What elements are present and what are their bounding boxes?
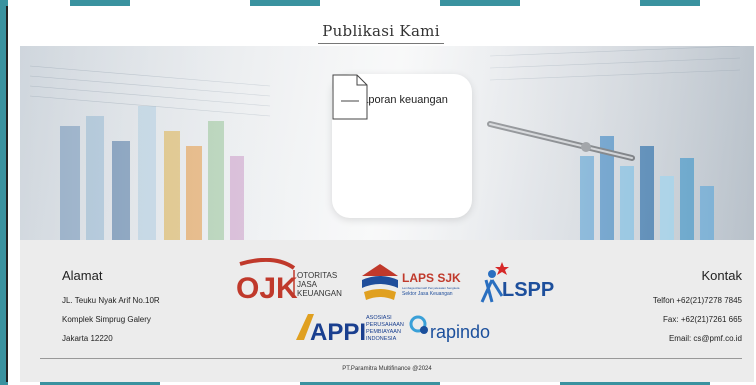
ojk-mark: OJK [236, 272, 298, 305]
appi-name: APPI [310, 319, 366, 346]
lsppi-logo: LSPPI [480, 262, 554, 303]
site-footer: Alamat JL. Teuku Nyak Arif No.10R Komple… [20, 240, 754, 382]
address-line: Komplek Simprug Galery [62, 315, 151, 324]
ojk-line-3: KEUANGAN [297, 289, 342, 298]
laps-sub-1: Lembaga Alternatif Penyelesaian Sengketa [402, 286, 460, 290]
copyright-text: PT.Paramitra Multifinance @2024 [342, 366, 432, 372]
address-section: Alamat JL. Teuku Nyak Arif No.10R Komple… [62, 268, 160, 343]
rapindo-name: rapindo [430, 322, 490, 342]
appi-line-2: PERUSAHAAN [366, 322, 404, 328]
contact-phone: Telfon +62(21)7278 7845 [652, 296, 742, 305]
address-line: JL. Teuku Nyak Arif No.10R [62, 296, 160, 305]
financial-report-card[interactable]: Laporan keuangan [332, 74, 472, 218]
partner-logos: OJK OTORITAS JASA KEUANGAN LAPS SJK Lemb… [236, 258, 554, 346]
footer-divider [40, 358, 742, 359]
address-heading: Alamat [62, 268, 103, 283]
ojk-line-1: OTORITAS [297, 271, 337, 280]
section-title: Publikasi Kami [318, 22, 444, 44]
contact-fax: Fax: +62(21)7261 665 [663, 315, 742, 324]
contact-email[interactable]: Email: cs@pmf.co.id [653, 334, 742, 343]
laps-sub-2: Sektor Jasa Keuangan [402, 291, 453, 297]
contact-heading: Kontak [701, 268, 742, 283]
address-line: Jakarta 12220 [62, 334, 113, 343]
page-frame: Publikasi Kami Laporan keuangan Alamat J… [6, 6, 754, 382]
rapindo-logo: rapindo [409, 315, 490, 342]
ojk-line-2: JASA [297, 280, 318, 289]
appi-logo: APPI ASOSIASI PERUSAHAAN PEMBIAYAAN INDO… [296, 314, 404, 346]
laps-sjk-logo: LAPS SJK Lembaga Alternatif Penyelesaian… [362, 264, 461, 300]
appi-line-3: PEMBIAYAAN [366, 329, 401, 335]
lsppi-name: LSPPI [502, 279, 554, 301]
contact-section: Kontak Telfon +62(21)7278 7845 Fax: +62(… [653, 268, 742, 343]
section-header: Publikasi Kami [8, 22, 754, 44]
appi-line-1: ASOSIASI [366, 315, 392, 321]
publication-banner: Laporan keuangan [20, 46, 754, 240]
laps-name: LAPS SJK [402, 271, 461, 285]
appi-line-4: INDONESIA [366, 336, 397, 342]
document-icon [332, 74, 368, 120]
ojk-logo: OJK OTORITAS JASA KEUANGAN [236, 258, 342, 305]
